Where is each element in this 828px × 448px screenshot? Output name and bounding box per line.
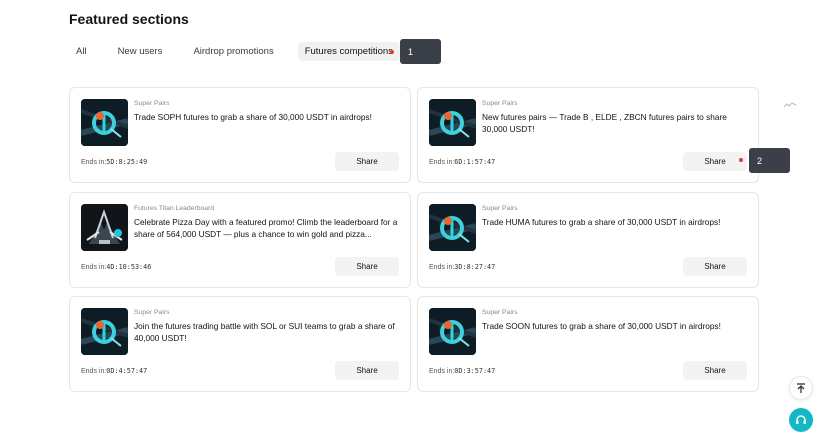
- super-pairs-icon: [429, 308, 476, 355]
- tab-futures-competitions[interactable]: Futures competitions: [297, 42, 400, 61]
- card-title[interactable]: New futures pairs — Trade B , ELDE , ZBC…: [482, 111, 750, 135]
- card-category: Super Pairs: [482, 309, 518, 316]
- ends-in: Ends in:0D:4:57:47: [81, 367, 147, 375]
- card-title[interactable]: Celebrate Pizza Day with a featured prom…: [134, 216, 402, 240]
- ends-label: Ends in:: [429, 368, 455, 375]
- share-button[interactable]: Share: [683, 152, 747, 171]
- ends-in: Ends in:5D:8:25:49: [81, 158, 147, 166]
- promo-card[interactable]: Super Pairs Join the futures trading bat…: [69, 296, 411, 392]
- promo-card[interactable]: Super Pairs Trade SOON futures to grab a…: [417, 296, 759, 392]
- super-pairs-icon: [81, 308, 128, 355]
- countdown-timer: 5D:8:25:49: [106, 158, 148, 166]
- tab-new-users[interactable]: New users: [111, 42, 170, 61]
- ends-label: Ends in:: [81, 368, 107, 375]
- countdown-timer: 3D:8:27:47: [454, 263, 496, 271]
- ends-label: Ends in:: [81, 264, 107, 271]
- countdown-timer: 6D:1:57:47: [454, 158, 496, 166]
- card-title[interactable]: Trade SOON futures to grab a share of 30…: [482, 320, 750, 332]
- share-button[interactable]: Share: [335, 361, 399, 380]
- countdown-timer: 0D:4:57:47: [106, 367, 148, 375]
- ends-in: Ends in:6D:1:57:47: [429, 158, 495, 166]
- page-title: Featured sections: [69, 11, 189, 27]
- section-tabs: All New users Airdrop promotions Futures…: [69, 42, 417, 61]
- card-category: Super Pairs: [482, 100, 518, 107]
- share-button[interactable]: Share: [683, 257, 747, 276]
- card-title[interactable]: Join the futures trading battle with SOL…: [134, 320, 402, 344]
- card-category: Super Pairs: [134, 100, 170, 107]
- countdown-timer: 4D:10:53:46: [106, 263, 152, 271]
- decorative-squiggle-icon: [783, 96, 797, 114]
- promo-card[interactable]: Futures Titan Leaderboard Celebrate Pizz…: [69, 192, 411, 288]
- countdown-timer: 0D:3:57:47: [454, 367, 496, 375]
- ends-in: Ends in:4D:10:53:46: [81, 263, 151, 271]
- ends-in: Ends in:0D:3:57:47: [429, 367, 495, 375]
- card-category: Futures Titan Leaderboard: [134, 205, 215, 212]
- card-title[interactable]: Trade HUMA futures to grab a share of 30…: [482, 216, 750, 228]
- super-pairs-icon: [81, 99, 128, 146]
- promo-card[interactable]: Super Pairs New futures pairs — Trade B …: [417, 87, 759, 183]
- marker-label: 1: [408, 46, 414, 57]
- headset-support-icon[interactable]: [789, 408, 813, 432]
- annotation-marker-1: 1: [400, 39, 441, 64]
- marker-dot: [390, 50, 394, 54]
- super-pairs-icon: [429, 204, 476, 251]
- ends-in: Ends in:3D:8:27:47: [429, 263, 495, 271]
- titan-leaderboard-icon: [81, 204, 128, 251]
- annotation-marker-2: 2: [749, 148, 790, 173]
- promo-card[interactable]: Super Pairs Trade SOPH futures to grab a…: [69, 87, 411, 183]
- share-button[interactable]: Share: [335, 152, 399, 171]
- super-pairs-icon: [429, 99, 476, 146]
- share-button[interactable]: Share: [335, 257, 399, 276]
- marker-dot: [739, 158, 743, 162]
- share-button[interactable]: Share: [683, 361, 747, 380]
- tab-airdrop-promotions[interactable]: Airdrop promotions: [186, 42, 280, 61]
- card-title[interactable]: Trade SOPH futures to grab a share of 30…: [134, 111, 402, 123]
- ends-label: Ends in:: [429, 159, 455, 166]
- tab-all[interactable]: All: [69, 42, 94, 61]
- card-category: Super Pairs: [482, 205, 518, 212]
- arrow-up-to-top-icon[interactable]: [789, 376, 813, 400]
- ends-label: Ends in:: [429, 264, 455, 271]
- promo-card[interactable]: Super Pairs Trade HUMA futures to grab a…: [417, 192, 759, 288]
- ends-label: Ends in:: [81, 159, 107, 166]
- marker-label: 2: [757, 155, 763, 166]
- card-category: Super Pairs: [134, 309, 170, 316]
